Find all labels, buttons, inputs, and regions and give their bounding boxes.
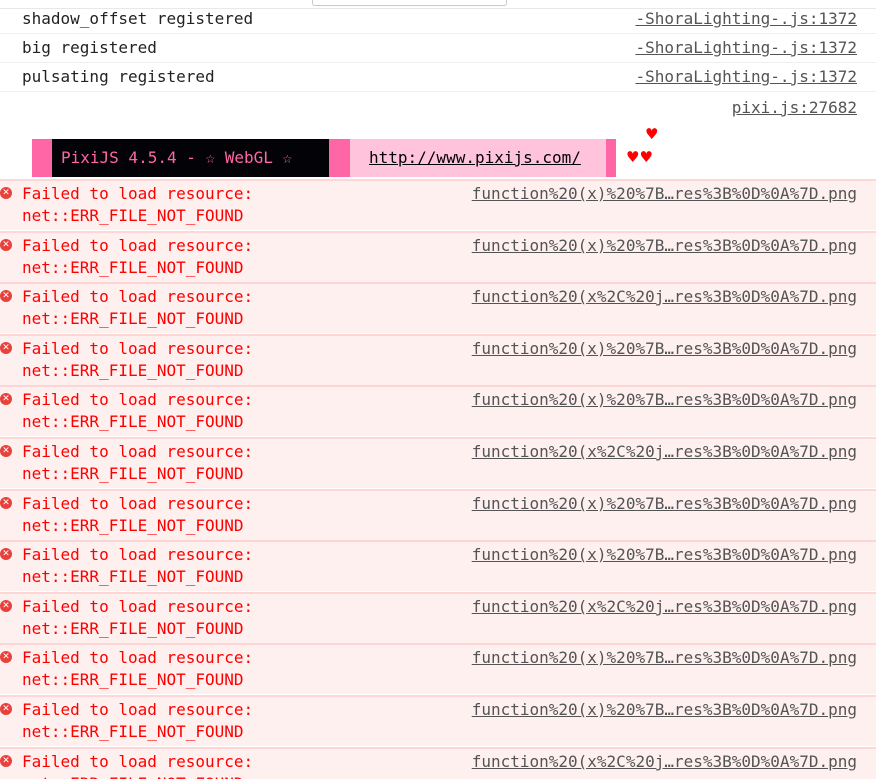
error-message-line2: net::ERR_FILE_NOT_FOUND xyxy=(22,464,244,483)
error-message-line1: Failed to load resource: xyxy=(22,648,254,667)
pixi-banner: PixiJS 4.5.4 - ☆ WebGL ☆ http://www.pixi… xyxy=(0,121,876,179)
log-row: shadow_offset registered -ShoraLighting-… xyxy=(0,5,876,34)
error-icon: ✕ xyxy=(0,600,12,612)
error-message-line1: Failed to load resource: xyxy=(22,442,254,461)
error-icon: ✕ xyxy=(0,651,12,663)
log-message: pulsating registered xyxy=(22,67,215,86)
error-source-link[interactable]: function%20(x)%20%7B…res%3B%0D%0A%7D.png xyxy=(472,235,857,257)
log-row: pulsating registered -ShoraLighting-.js:… xyxy=(0,63,876,92)
error-icon: ✕ xyxy=(0,239,12,251)
error-row: ✕ Failed to load resource:net::ERR_FILE_N… xyxy=(0,385,876,436)
error-message-line2: net::ERR_FILE_NOT_FOUND xyxy=(22,309,244,328)
error-message: Failed to load resource:net::ERR_FILE_NO… xyxy=(22,286,253,330)
error-message: Failed to load resource:net::ERR_FILE_NO… xyxy=(22,338,253,382)
error-message-line2: net::ERR_FILE_NOT_FOUND xyxy=(22,567,244,586)
error-row: ✕ Failed to load resource:net::ERR_FILE_N… xyxy=(0,179,876,230)
error-row: ✕ Failed to load resource:net::ERR_FILE_N… xyxy=(0,282,876,333)
error-icon: ✕ xyxy=(0,548,12,560)
error-message-line2: net::ERR_FILE_NOT_FOUND xyxy=(22,670,244,689)
error-message: Failed to load resource:net::ERR_FILE_NO… xyxy=(22,441,253,485)
log-source-link[interactable]: -ShoraLighting-.js:1372 xyxy=(635,36,857,60)
error-icon: ✕ xyxy=(0,703,12,715)
error-row: ✕ Failed to load resource:net::ERR_FILE_N… xyxy=(0,231,876,282)
error-icon: ✕ xyxy=(0,497,12,509)
error-icon: ✕ xyxy=(0,290,12,302)
error-message-line1: Failed to load resource: xyxy=(22,339,254,358)
error-message: Failed to load resource:net::ERR_FILE_NO… xyxy=(22,183,253,227)
error-message-line1: Failed to load resource: xyxy=(22,752,254,771)
error-message-line2: net::ERR_FILE_NOT_FOUND xyxy=(22,206,244,225)
error-message-line1: Failed to load resource: xyxy=(22,545,254,564)
error-message-line1: Failed to load resource: xyxy=(22,390,254,409)
error-row: ✕ Failed to load resource:net::ERR_FILE_N… xyxy=(0,489,876,540)
log-message: big registered xyxy=(22,38,157,57)
error-source-link[interactable]: function%20(x)%20%7B…res%3B%0D%0A%7D.png xyxy=(472,183,857,205)
banner-title: PixiJS 4.5.4 - ☆ WebGL ☆ xyxy=(52,139,329,177)
error-source-link[interactable]: function%20(x)%20%7B…res%3B%0D%0A%7D.png xyxy=(472,338,857,360)
error-row: ✕ Failed to load resource:net::ERR_FILE_N… xyxy=(0,695,876,746)
error-message: Failed to load resource:net::ERR_FILE_NO… xyxy=(22,751,253,779)
error-message: Failed to load resource:net::ERR_FILE_NO… xyxy=(22,235,253,279)
log-source-link[interactable]: -ShoraLighting-.js:1372 xyxy=(635,7,857,31)
error-message-line1: Failed to load resource: xyxy=(22,236,254,255)
error-message-line2: net::ERR_FILE_NOT_FOUND xyxy=(22,619,244,638)
error-source-link[interactable]: function%20(x%2C%20j…res%3B%0D%0A%7D.png xyxy=(472,751,857,773)
error-message-line1: Failed to load resource: xyxy=(22,287,254,306)
error-message: Failed to load resource:net::ERR_FILE_NO… xyxy=(22,544,253,588)
error-source-link[interactable]: function%20(x)%20%7B…res%3B%0D%0A%7D.png xyxy=(472,699,857,721)
error-source-link[interactable]: function%20(x%2C%20j…res%3B%0D%0A%7D.png xyxy=(472,596,857,618)
error-source-link[interactable]: function%20(x%2C%20j…res%3B%0D%0A%7D.png xyxy=(472,286,857,308)
error-row: ✕ Failed to load resource:net::ERR_FILE_N… xyxy=(0,747,876,779)
log-row: big registered -ShoraLighting-.js:1372 xyxy=(0,34,876,63)
error-source-link[interactable]: function%20(x)%20%7B…res%3B%0D%0A%7D.png xyxy=(472,544,857,566)
error-message: Failed to load resource:net::ERR_FILE_NO… xyxy=(22,699,253,743)
error-source-link[interactable]: function%20(x)%20%7B…res%3B%0D%0A%7D.png xyxy=(472,647,857,669)
error-message-line2: net::ERR_FILE_NOT_FOUND xyxy=(22,516,244,535)
error-message-line1: Failed to load resource: xyxy=(22,184,254,203)
error-icon: ✕ xyxy=(0,187,12,199)
hearts-icon: ♥♥ xyxy=(626,148,653,166)
error-row: ✕ Failed to load resource:net::ERR_FILE_N… xyxy=(0,334,876,385)
error-message-line2: net::ERR_FILE_NOT_FOUND xyxy=(22,361,244,380)
pixi-log-row: pixi.js:27682 xyxy=(0,91,876,121)
error-source-link[interactable]: function%20(x)%20%7B…res%3B%0D%0A%7D.png xyxy=(472,493,857,515)
error-message-line1: Failed to load resource: xyxy=(22,597,254,616)
error-row: ✕ Failed to load resource:net::ERR_FILE_N… xyxy=(0,592,876,643)
error-icon: ✕ xyxy=(0,342,12,354)
error-message: Failed to load resource:net::ERR_FILE_NO… xyxy=(22,493,253,537)
heart-icon: ♥ xyxy=(645,125,659,143)
log-message: shadow_offset registered xyxy=(22,9,254,28)
pixi-source-link[interactable]: pixi.js:27682 xyxy=(732,96,857,120)
error-source-link[interactable]: function%20(x%2C%20j…res%3B%0D%0A%7D.png xyxy=(472,441,857,463)
error-message: Failed to load resource:net::ERR_FILE_NO… xyxy=(22,596,253,640)
error-message-line2: net::ERR_FILE_NOT_FOUND xyxy=(22,722,244,741)
error-message: Failed to load resource:net::ERR_FILE_NO… xyxy=(22,389,253,433)
error-source-link[interactable]: function%20(x)%20%7B…res%3B%0D%0A%7D.png xyxy=(472,389,857,411)
error-icon: ✕ xyxy=(0,445,12,457)
error-row: ✕ Failed to load resource:net::ERR_FILE_N… xyxy=(0,437,876,488)
error-message-line2: net::ERR_FILE_NOT_FOUND xyxy=(22,412,244,431)
console-panel: shadow_offset registered -ShoraLighting-… xyxy=(0,0,876,779)
error-message-line1: Failed to load resource: xyxy=(22,700,254,719)
error-message-line1: Failed to load resource: xyxy=(22,494,254,513)
error-icon: ✕ xyxy=(0,393,12,405)
banner-link[interactable]: http://www.pixijs.com/ xyxy=(350,139,606,177)
error-message-line2: net::ERR_FILE_NOT_FOUND xyxy=(22,774,244,779)
error-row: ✕ Failed to load resource:net::ERR_FILE_N… xyxy=(0,643,876,694)
error-icon: ✕ xyxy=(0,755,12,767)
error-message: Failed to load resource:net::ERR_FILE_NO… xyxy=(22,647,253,691)
error-message-line2: net::ERR_FILE_NOT_FOUND xyxy=(22,258,244,277)
error-row: ✕ Failed to load resource:net::ERR_FILE_N… xyxy=(0,540,876,591)
log-source-link[interactable]: -ShoraLighting-.js:1372 xyxy=(635,65,857,89)
